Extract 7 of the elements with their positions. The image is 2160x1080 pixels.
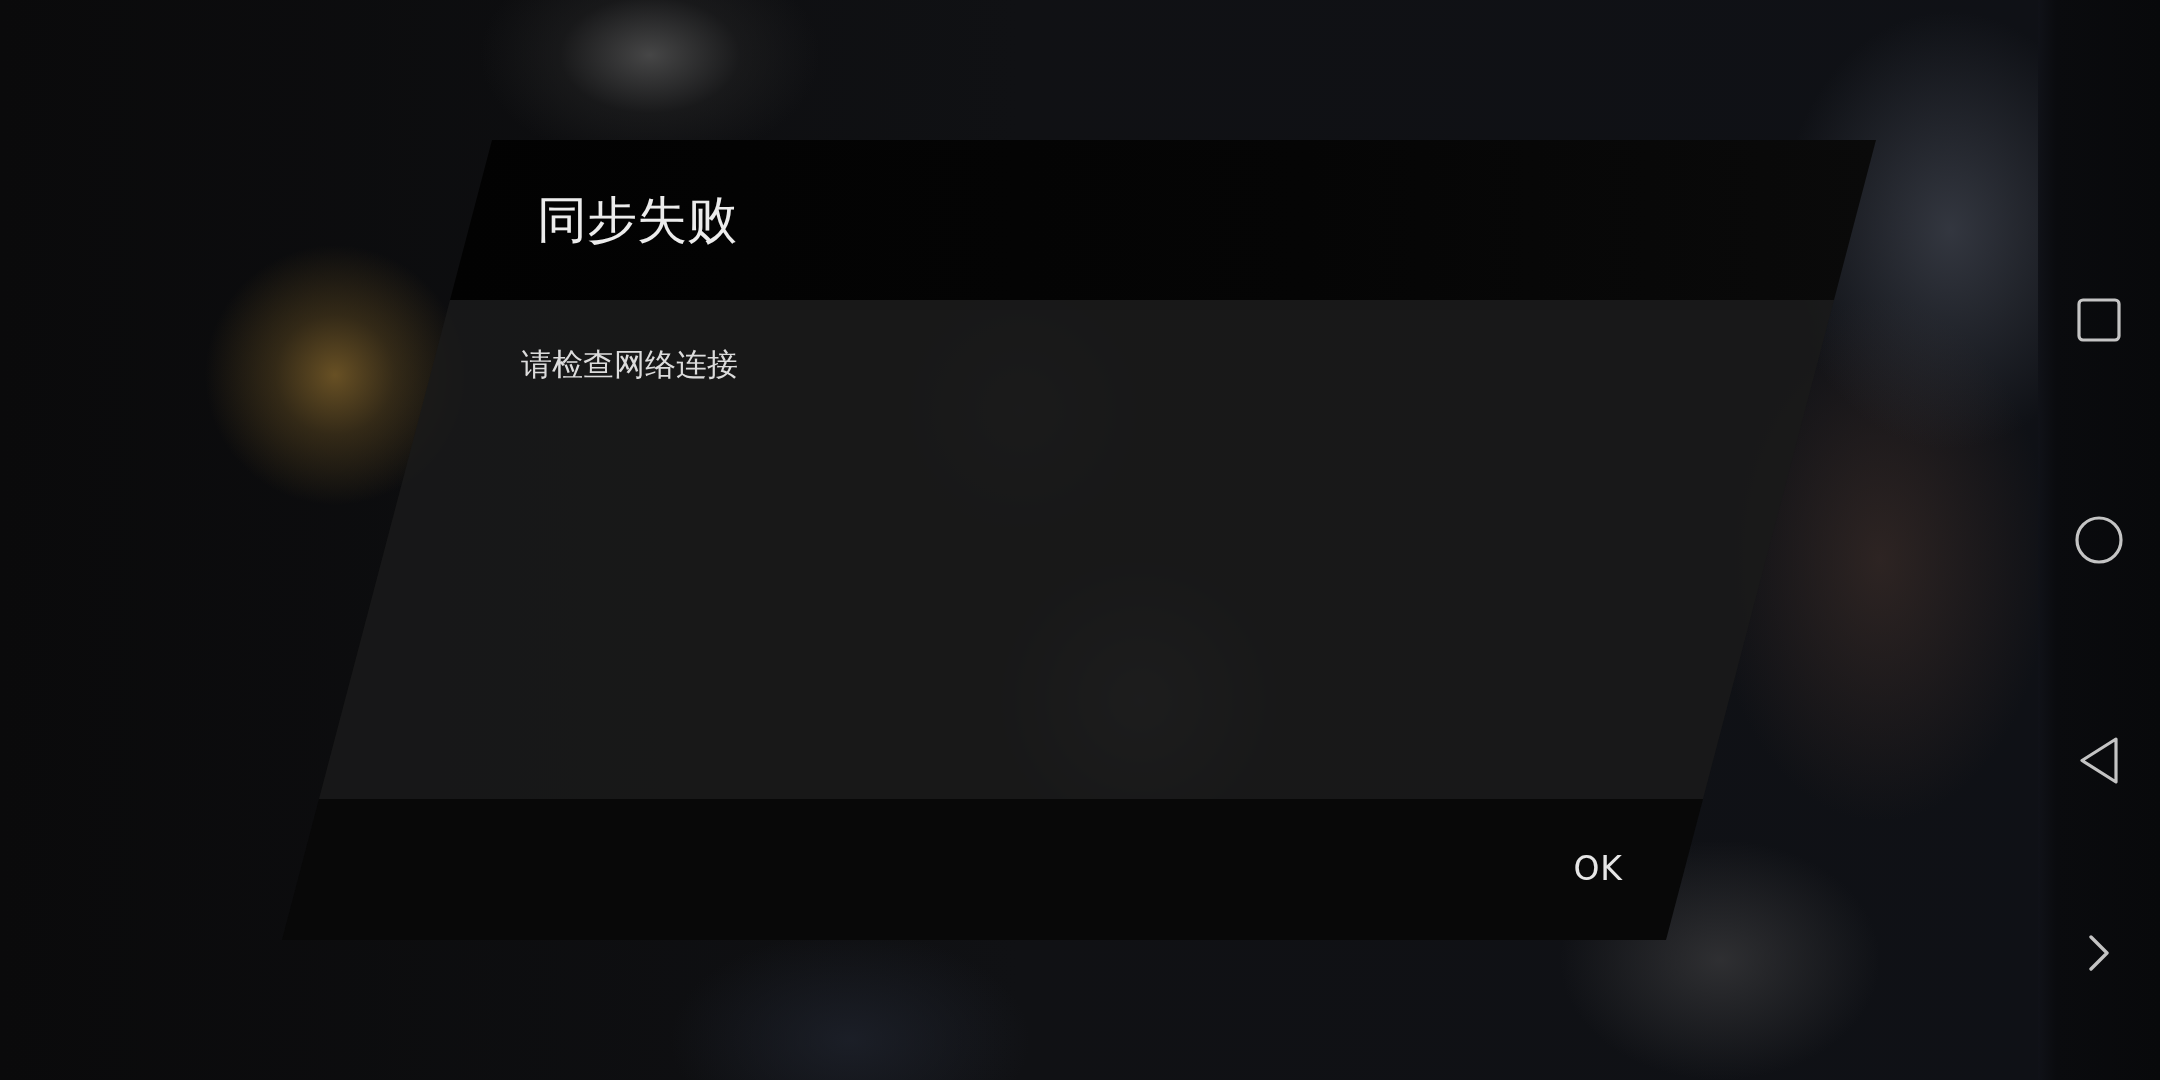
chevron-right-icon[interactable]	[2088, 935, 2110, 971]
ok-button[interactable]: OK	[1559, 841, 1637, 898]
back-triangle-icon[interactable]	[2078, 736, 2120, 785]
circle-icon[interactable]	[2075, 516, 2123, 564]
dialog-message: 请检查网络连接	[521, 346, 738, 384]
dialog-title: 同步失败	[537, 190, 737, 250]
square-icon[interactable]	[2077, 298, 2121, 342]
